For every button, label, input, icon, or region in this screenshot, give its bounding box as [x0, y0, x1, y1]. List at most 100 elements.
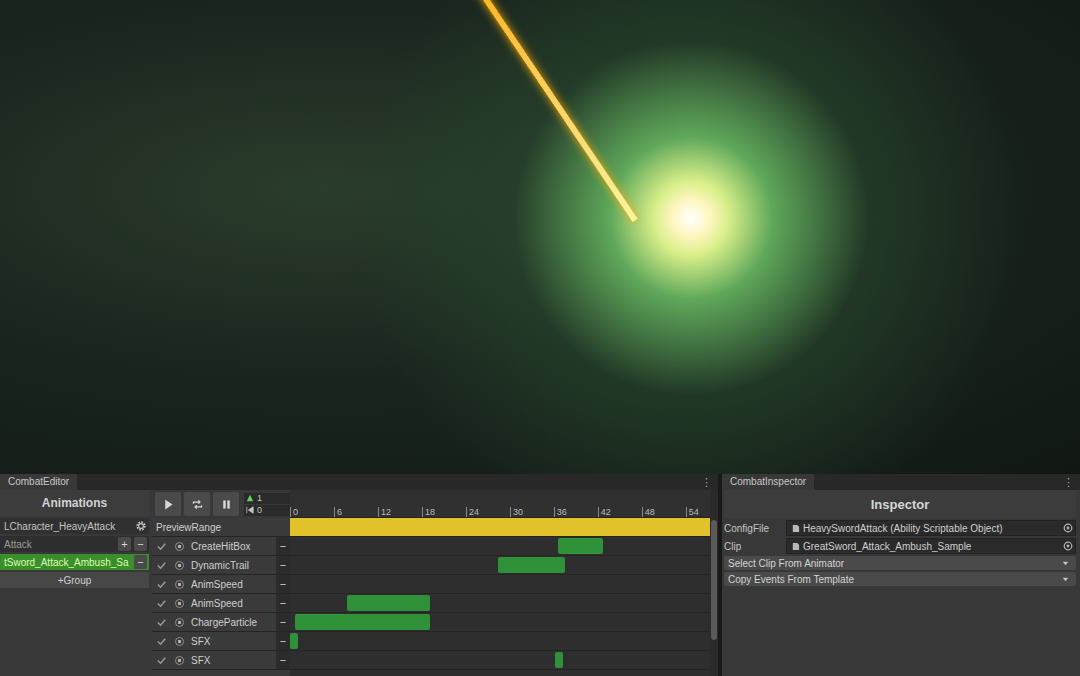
check-icon: [156, 598, 167, 609]
inspector-tab[interactable]: CombatInspector: [722, 474, 814, 490]
track-clip[interactable]: [555, 652, 563, 668]
preview-range-row: PreviewRange: [152, 518, 710, 537]
clip-name: tSword_Attack_Ambush_Sa: [4, 557, 131, 568]
dropdown[interactable]: Copy Events From Template: [724, 572, 1076, 586]
range-start-icon: [246, 506, 254, 514]
track-header: [152, 670, 290, 676]
check-icon: [156, 617, 167, 628]
track-enabled-toggle[interactable]: [156, 598, 167, 609]
dropdown-label: Select Clip From Animator: [728, 558, 1061, 569]
track-enabled-toggle[interactable]: [156, 636, 167, 647]
track-row[interactable]: AnimSpeed−: [152, 575, 710, 594]
track-lane[interactable]: [290, 613, 710, 631]
track-header: CreateHitBox−: [152, 537, 290, 555]
check-icon: [156, 636, 167, 647]
ruler-tick: 42: [598, 507, 599, 517]
track-lane[interactable]: [290, 556, 710, 574]
game-viewport: [0, 0, 1080, 474]
character-row[interactable]: LCharacter_HeavyAttack: [0, 518, 149, 534]
add-clip-button[interactable]: +: [118, 537, 131, 551]
object-picker-icon[interactable]: [1063, 523, 1073, 533]
pause-icon: [220, 498, 233, 511]
track-clip[interactable]: [498, 557, 565, 573]
track-lane[interactable]: [290, 575, 710, 593]
dropdown-arrow-icon: [1061, 559, 1070, 568]
track-enabled-toggle[interactable]: [156, 560, 167, 571]
track-row[interactable]: SFX−: [152, 632, 710, 651]
frame-fields: 10: [242, 493, 290, 516]
track-row[interactable]: ChargeParticle−: [152, 613, 710, 632]
current-frame-field[interactable]: 1: [244, 493, 290, 504]
vertical-scrollbar[interactable]: [710, 490, 718, 676]
inspector-tabbar: CombatInspector ⋮: [722, 474, 1080, 490]
add-group-button[interactable]: +Group: [0, 572, 149, 588]
track-enabled-toggle[interactable]: [156, 579, 167, 590]
start-frame-value: 0: [257, 505, 262, 516]
track-clip[interactable]: [347, 595, 430, 611]
remove-group-button[interactable]: −: [134, 537, 147, 551]
start-frame-field[interactable]: 0: [244, 505, 290, 516]
track-header: AnimSpeed−: [152, 594, 290, 612]
remove-track-button[interactable]: −: [276, 632, 290, 650]
inspector-title: Inspector: [724, 490, 1076, 518]
remove-clip-button[interactable]: −: [134, 555, 147, 569]
track-lane[interactable]: [290, 651, 710, 669]
remove-track-button[interactable]: −: [276, 651, 290, 669]
animation-clip-row[interactable]: tSword_Attack_Ambush_Sa−: [0, 554, 149, 570]
track-enabled-toggle[interactable]: [156, 541, 167, 552]
character-name: LCharacter_HeavyAttack: [4, 521, 132, 532]
dropdown[interactable]: Select Clip From Animator: [724, 556, 1076, 570]
playback-controls: 10: [152, 490, 290, 518]
track-clip[interactable]: [558, 538, 603, 554]
track-row: [152, 670, 710, 676]
track-visibility-toggle[interactable]: [175, 656, 184, 665]
track-enabled-toggle[interactable]: [156, 617, 167, 628]
object-field[interactable]: GreatSword_Attack_Ambush_Sample: [786, 538, 1076, 554]
editor-menu-button[interactable]: ⋮: [701, 476, 712, 489]
track-visibility-toggle[interactable]: [175, 580, 184, 589]
loop-icon: [191, 498, 204, 511]
track-visibility-toggle[interactable]: [175, 561, 184, 570]
remove-track-button[interactable]: −: [276, 556, 290, 574]
inspector-menu-button[interactable]: ⋮: [1063, 476, 1074, 489]
track-clip[interactable]: [290, 633, 298, 649]
track-row[interactable]: AnimSpeed−: [152, 594, 710, 613]
track-visibility-toggle[interactable]: [175, 542, 184, 551]
track-clip[interactable]: [295, 614, 430, 630]
tick-label: 0: [293, 507, 298, 517]
gear-icon[interactable]: [135, 520, 147, 532]
object-field[interactable]: HeavySwordAttack (Ability Scriptable Obj…: [786, 520, 1076, 536]
editor-tab[interactable]: CombatEditor: [0, 474, 77, 490]
current-frame-value: 1: [257, 493, 262, 504]
track-row[interactable]: DynamicTrail−: [152, 556, 710, 575]
track-row[interactable]: SFX−: [152, 651, 710, 670]
track-enabled-toggle[interactable]: [156, 655, 167, 666]
preview-range-lane[interactable]: [290, 518, 710, 536]
track-lane[interactable]: [290, 594, 710, 612]
remove-track-button[interactable]: −: [276, 575, 290, 593]
remove-track-button[interactable]: −: [276, 613, 290, 631]
scrollbar-thumb[interactable]: [711, 520, 717, 640]
preview-range-bar[interactable]: [290, 518, 710, 536]
play-button[interactable]: [155, 492, 181, 516]
track-visibility-toggle[interactable]: [175, 618, 184, 627]
track-row[interactable]: CreateHitBox−: [152, 537, 710, 556]
group-row[interactable]: Attack+−: [0, 536, 149, 552]
track-lane[interactable]: [290, 537, 710, 555]
track-visibility-toggle[interactable]: [175, 599, 184, 608]
remove-track-button[interactable]: −: [276, 537, 290, 555]
field-value: GreatSword_Attack_Ambush_Sample: [803, 541, 1060, 552]
check-icon: [156, 655, 167, 666]
pause-button[interactable]: [213, 492, 239, 516]
track-name: CreateHitBox: [188, 541, 272, 552]
track-lane[interactable]: [290, 632, 710, 650]
animations-title: Animations: [0, 490, 149, 516]
track-header: AnimSpeed−: [152, 575, 290, 593]
track-visibility-toggle[interactable]: [175, 637, 184, 646]
tick-label: 48: [645, 507, 655, 517]
loop-button[interactable]: [184, 492, 210, 516]
track-name: ChargeParticle: [188, 617, 272, 628]
object-picker-icon[interactable]: [1063, 541, 1073, 551]
timeline-ruler[interactable]: 061218243036424854: [290, 490, 710, 518]
remove-track-button[interactable]: −: [276, 594, 290, 612]
